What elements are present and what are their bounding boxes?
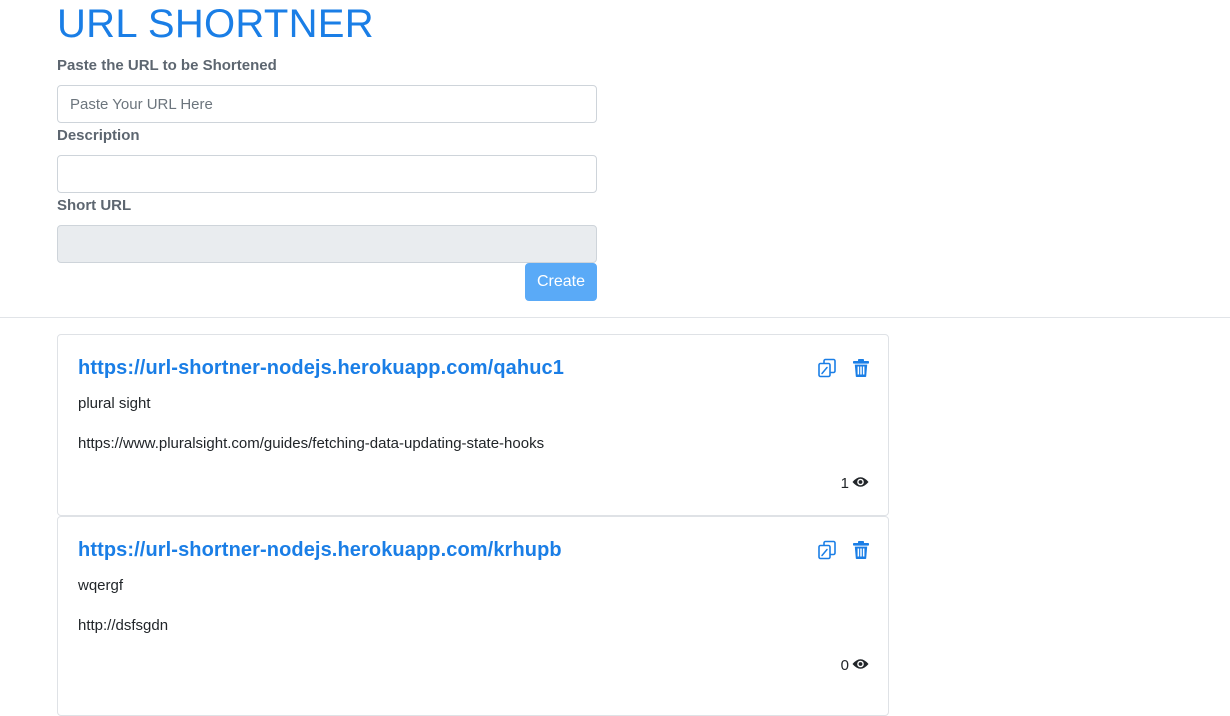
copy-icon[interactable]	[817, 540, 837, 560]
url-input[interactable]	[57, 85, 597, 123]
page-title: URL SHORTNER	[57, 2, 374, 46]
link-description: plural sight	[78, 395, 151, 412]
short-url-field[interactable]	[57, 225, 597, 263]
original-url: http://dsfsgdn	[78, 617, 169, 634]
eye-icon	[852, 475, 869, 493]
short-url-link[interactable]: https://url-shortner-nodejs.herokuapp.co…	[78, 355, 564, 381]
trash-icon[interactable]	[851, 540, 871, 560]
link-card: https://url-shortner-nodejs.herokuapp.co…	[57, 334, 889, 516]
view-count: 1	[841, 475, 869, 493]
eye-icon	[852, 657, 869, 675]
link-description: wqergf	[78, 577, 124, 594]
description-label: Description	[57, 127, 140, 144]
view-count-value: 1	[840, 475, 849, 492]
divider	[0, 317, 1230, 318]
create-button[interactable]: Create	[525, 263, 597, 301]
short-url-label: Short URL	[57, 197, 132, 214]
description-input[interactable]	[57, 155, 597, 193]
link-card: https://url-shortner-nodejs.herokuapp.co…	[57, 516, 889, 716]
view-count: 0	[841, 657, 869, 675]
copy-icon[interactable]	[817, 358, 837, 378]
view-count-value: 0	[840, 657, 849, 674]
original-url: https://www.pluralsight.com/guides/fetch…	[78, 435, 545, 452]
trash-icon[interactable]	[851, 358, 871, 378]
short-url-link[interactable]: https://url-shortner-nodejs.herokuapp.co…	[78, 537, 562, 563]
url-label: Paste the URL to be Shortened	[57, 57, 277, 74]
